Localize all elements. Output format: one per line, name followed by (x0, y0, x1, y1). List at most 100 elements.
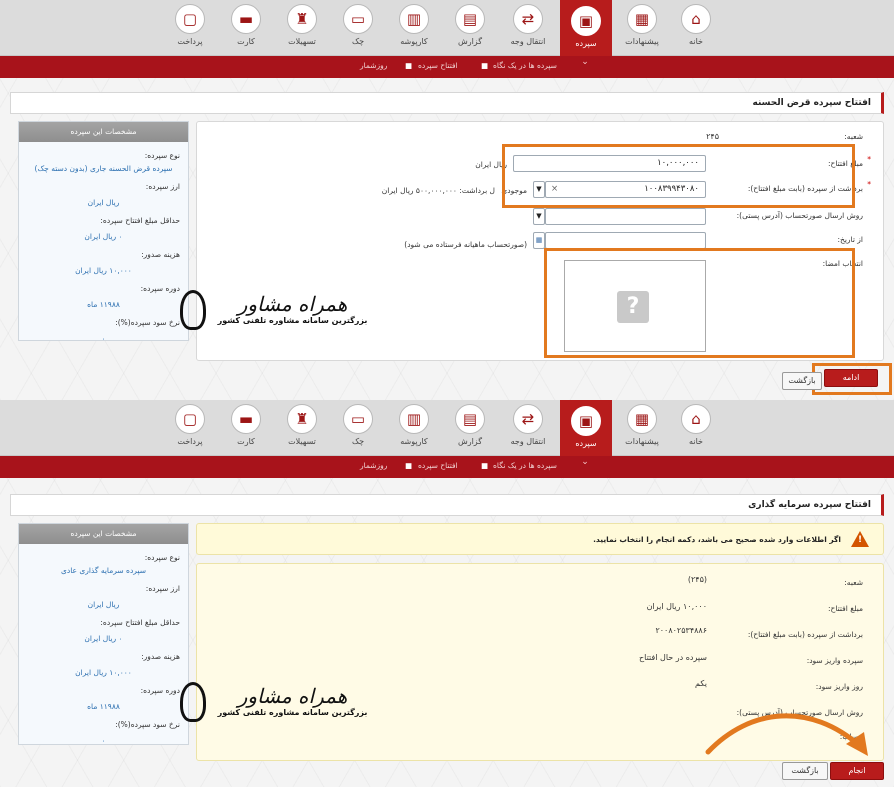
nav-item-offers[interactable]: ▦ پیشنهادات (616, 4, 668, 46)
nav-item-loans[interactable]: ♜ تسهیلات (276, 404, 328, 446)
nav-item-home[interactable]: ⌂ خانه (670, 404, 722, 446)
detail-label: هزینه صدور: (141, 652, 180, 661)
detail-value: سپرده سرمایه گذاری عادی (61, 566, 146, 575)
back-button[interactable]: بازگشت (782, 372, 822, 390)
watermark-logo: همراه مشاور بزرگترین سامانه مشاوره تلفنی… (180, 290, 375, 330)
nav-item-transfer[interactable]: ⇄ انتقال وجه (502, 4, 554, 46)
nav-item-card[interactable]: ▬ کارت (220, 4, 272, 46)
detail-label: دوره سپرده: (140, 284, 180, 293)
statement-method-select[interactable] (545, 208, 706, 225)
watermark-title: همراه مشاور (237, 684, 348, 708)
home-icon: ⌂ (681, 4, 711, 34)
page-title: افتتاح سپرده سرمایه گذاری (10, 494, 884, 516)
loan-icon: ♜ (287, 4, 317, 34)
nav-label: کارت (237, 37, 255, 46)
from-date-input[interactable] (545, 232, 706, 249)
cartable-icon: ▥ (399, 404, 429, 434)
summary-label: سپرده واریز سود: (806, 656, 863, 665)
breadcrumb-item[interactable]: سپرده ها در یک نگاه (493, 61, 557, 70)
breadcrumb-item[interactable]: روزشمار (360, 61, 387, 70)
detail-label: دوره سپرده: (140, 686, 180, 695)
detail-label: نوع سپرده: (144, 151, 180, 160)
continue-button[interactable]: ادامه (824, 369, 878, 387)
nav-item-deposit[interactable]: ▣ سپرده (560, 400, 612, 462)
nav-label: پرداخت (177, 437, 203, 446)
back-button[interactable]: بازگشت (782, 762, 828, 780)
transfer-icon: ⇄ (513, 404, 543, 434)
detail-value: ۰ ریال ایران (84, 232, 123, 241)
confirmation-notice: اگر اطلاعات وارد شده صحیح می باشد، دکمه … (196, 523, 884, 555)
watermark-title: همراه مشاور (237, 292, 348, 316)
grid-icon: ▦ (627, 4, 657, 34)
nav-label: تسهیلات (288, 37, 316, 46)
detail-value: ۰ (101, 736, 106, 745)
sidebar-header: مشخصات این سپرده (19, 524, 188, 544)
chevron-down-icon: ⌄ (581, 57, 589, 67)
chevron-down-icon: ⌄ (581, 457, 589, 467)
nav-label: گزارش (457, 37, 483, 46)
loan-icon: ♜ (287, 404, 317, 434)
nav-item-cartable[interactable]: ▥ کارپوشه (388, 4, 440, 46)
nav-item-deposit[interactable]: ▣ سپرده (560, 0, 612, 62)
advisor-logo-icon (180, 290, 206, 330)
nav-item-card[interactable]: ▬ کارت (220, 404, 272, 446)
highlight-frame-signature (544, 248, 855, 358)
notice-text: اگر اطلاعات وارد شده صحیح می باشد، دکمه … (593, 535, 841, 544)
nav-item-offers[interactable]: ▦ پیشنهادات (616, 404, 668, 446)
detail-value: ۱۱۹۸۸ ماه (87, 300, 120, 309)
monthly-statement-note: (صورتحساب ماهیانه فرستاده می شود) (404, 240, 527, 249)
nav-item-cartable[interactable]: ▥ کارپوشه (388, 404, 440, 446)
nav-label: پرداخت (177, 37, 203, 46)
nav-label: چک (351, 37, 365, 46)
required-mark: * (867, 155, 871, 164)
transfer-icon: ⇄ (513, 4, 543, 34)
nav-item-transfer[interactable]: ⇄ انتقال وجه (502, 404, 554, 446)
nav-item-report[interactable]: ▤ گزارش (444, 404, 496, 446)
nav-label: گزارش (457, 437, 483, 446)
nav-label: پیشنهادات (625, 437, 659, 446)
detail-label: حداقل مبلغ افتتاح سپرده: (100, 216, 180, 225)
detail-label: نوع سپرده: (144, 553, 180, 562)
detail-value: ۱۰,۰۰۰ ریال ایران (75, 266, 132, 275)
wallet-icon: ▢ (175, 404, 205, 434)
nav-item-report[interactable]: ▤ گزارش (444, 4, 496, 46)
chevron-down-icon[interactable]: ▼ (533, 208, 545, 225)
confirm-button[interactable]: انجام (830, 762, 884, 780)
detail-value: ۰ (101, 334, 106, 343)
breadcrumb-separator: ■ (405, 61, 413, 70)
breadcrumb-item[interactable]: سپرده ها در یک نگاه (493, 461, 557, 470)
watermark-subtitle: بزرگترین سامانه مشاوره تلفنی کشور (217, 708, 368, 717)
calendar-icon[interactable]: ▦ (533, 232, 545, 249)
summary-label: برداشت از سپرده (بابت مبلغ افتتاح): (747, 630, 863, 639)
detail-value: سپرده قرض الحسنه جاری (بدون دسته چک) (34, 164, 173, 173)
top-screenshot-panel: ⌂ خانه ▦ پیشنهادات ▣ سپرده ⇄ انتقال وجه ▤ گزا… (0, 0, 894, 400)
summary-value: سپرده در حال افتتاح (638, 653, 707, 662)
nav-label: تسهیلات (288, 437, 316, 446)
breadcrumb-item[interactable]: افتتاح سپرده (418, 461, 458, 470)
summary-value: یکم (695, 679, 707, 688)
nav-item-payment[interactable]: ▢ پرداخت (164, 4, 216, 46)
report-icon: ▤ (455, 404, 485, 434)
nav-item-loans[interactable]: ♜ تسهیلات (276, 4, 328, 46)
deposit-icon: ▣ (571, 406, 601, 436)
branch-value: ۲۴۵ (706, 132, 719, 141)
page-title: افتتاح سپرده قرض الحسنه (10, 92, 884, 114)
detail-value: ۰ ریال ایران (84, 634, 123, 643)
breadcrumb-item[interactable]: روزشمار (360, 461, 387, 470)
from-date-label: از تاریخ: (837, 235, 863, 244)
summary-value: (۲۴۵) (687, 575, 707, 584)
deposit-details-sidebar: مشخصات این سپرده نوع سپرده: سپرده سرمایه… (18, 523, 189, 745)
breadcrumb-item[interactable]: افتتاح سپرده (418, 61, 458, 70)
detail-label: نرخ سود سپرده(%): (115, 318, 180, 327)
arrow-pointer-icon (705, 713, 868, 756)
nav-item-payment[interactable]: ▢ پرداخت (164, 404, 216, 446)
summary-value: ۲۰۰۸۰۲۵۳۴۸۸۶ (655, 626, 707, 635)
nav-label: کارت (237, 437, 255, 446)
nav-item-cheque[interactable]: ▭ چک (332, 4, 384, 46)
nav-item-cheque[interactable]: ▭ چک (332, 404, 384, 446)
nav-label: انتقال وجه (510, 37, 546, 46)
nav-item-home[interactable]: ⌂ خانه (670, 4, 722, 46)
card-icon: ▬ (231, 4, 261, 34)
top-navigation-bar: ⌂ خانه ▦ پیشنهادات ▣ سپرده ⇄ انتقال وجه ▤ گزا… (0, 0, 894, 62)
detail-value: ۱۰,۰۰۰ ریال ایران (75, 668, 132, 677)
